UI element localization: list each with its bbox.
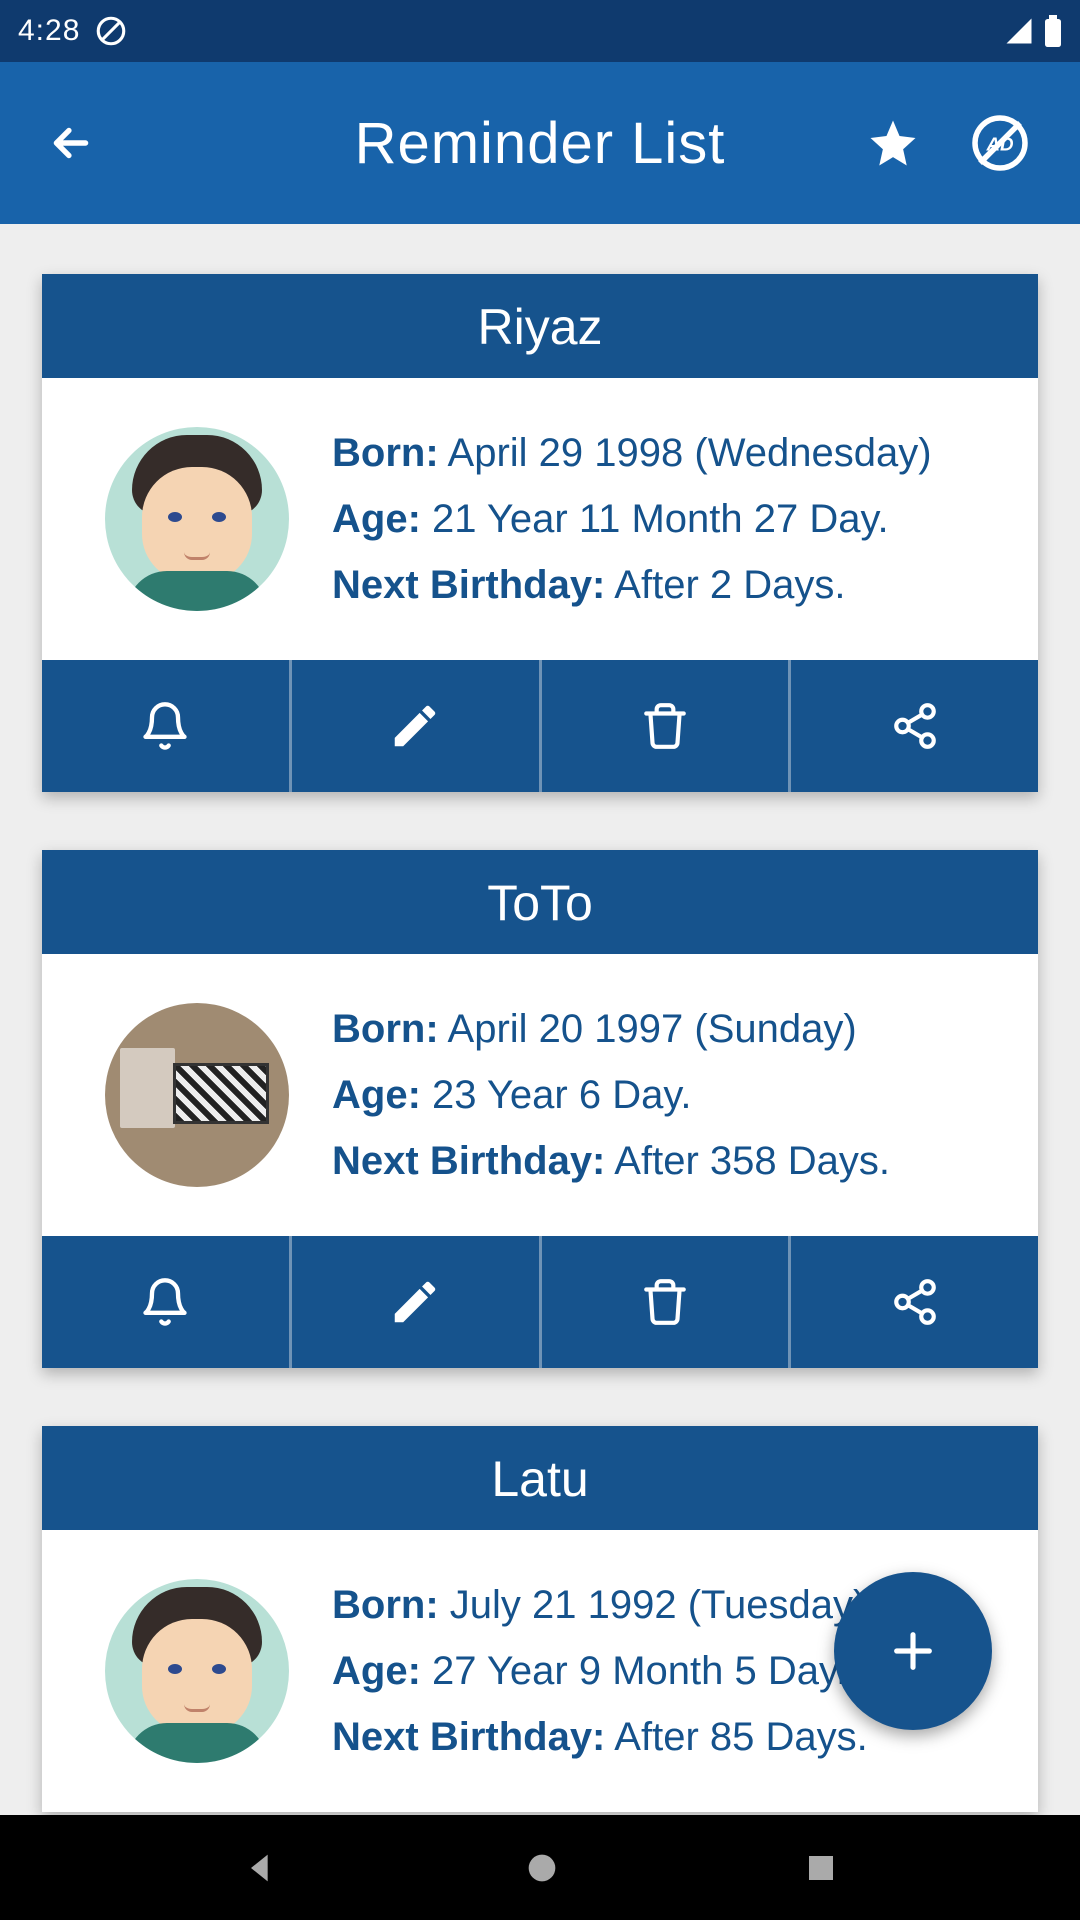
page-title: Reminder List (355, 110, 726, 177)
born-value: July 21 1992 (Tuesday) (450, 1583, 867, 1627)
nav-home-icon[interactable] (522, 1848, 562, 1888)
age-label: Age: (332, 1649, 421, 1693)
age-label: Age: (332, 497, 421, 541)
delete-button[interactable] (542, 1236, 792, 1368)
edit-button[interactable] (292, 1236, 542, 1368)
next-label: Next Birthday: (332, 1139, 605, 1183)
reminder-name: ToTo (42, 850, 1038, 958)
next-value: After 358 Days. (614, 1139, 890, 1183)
signal-icon (1004, 16, 1034, 46)
app-bar: Reminder List AD (0, 62, 1080, 224)
age-label: Age: (332, 1073, 421, 1117)
born-value: April 20 1997 (Sunday) (448, 1007, 857, 1051)
reminder-name: Riyaz (42, 274, 1038, 382)
nav-back-icon[interactable] (241, 1848, 281, 1888)
favorite-button[interactable] (866, 116, 920, 170)
share-button[interactable] (791, 1236, 1038, 1368)
next-value: After 2 Days. (614, 563, 845, 607)
edit-button[interactable] (292, 660, 542, 792)
age-value: 27 Year 9 Month 5 Day. (432, 1649, 847, 1693)
next-label: Next Birthday: (332, 563, 605, 607)
notify-button[interactable] (42, 1236, 292, 1368)
reminder-name: Latu (42, 1426, 1038, 1534)
avatar (105, 1003, 289, 1187)
svg-text:AD: AD (985, 134, 1014, 155)
battery-icon (1044, 15, 1062, 47)
born-label: Born: (332, 1007, 439, 1051)
born-label: Born: (332, 1583, 439, 1627)
back-button[interactable] (46, 118, 96, 168)
born-label: Born: (332, 431, 439, 475)
reminder-card: ToTo Born: April 20 1997 (Sunday) Age: 2… (42, 850, 1038, 1368)
nav-recent-icon[interactable] (803, 1850, 839, 1886)
next-value: After 85 Days. (614, 1715, 867, 1759)
reminder-info: Born: July 21 1992 (Tuesday) Age: 27 Yea… (332, 1572, 868, 1770)
reminder-info: Born: April 29 1998 (Wednesday) Age: 21 … (332, 420, 932, 618)
dnd-icon (94, 14, 128, 48)
born-value: April 29 1998 (Wednesday) (448, 431, 932, 475)
age-value: 23 Year 6 Day. (432, 1073, 691, 1117)
status-time: 4:28 (18, 14, 80, 48)
no-ads-button[interactable]: AD (970, 113, 1030, 173)
reminder-info: Born: April 20 1997 (Sunday) Age: 23 Yea… (332, 996, 890, 1194)
add-reminder-button[interactable] (834, 1572, 992, 1730)
avatar (105, 427, 289, 611)
system-nav-bar (0, 1815, 1080, 1920)
share-button[interactable] (791, 660, 1038, 792)
avatar (105, 1579, 289, 1763)
age-value: 21 Year 11 Month 27 Day. (432, 497, 889, 541)
delete-button[interactable] (542, 660, 792, 792)
next-label: Next Birthday: (332, 1715, 605, 1759)
status-bar: 4:28 (0, 0, 1080, 62)
reminder-card: Riyaz Born: April 29 1998 (Wednesday) Ag… (42, 274, 1038, 792)
notify-button[interactable] (42, 660, 292, 792)
